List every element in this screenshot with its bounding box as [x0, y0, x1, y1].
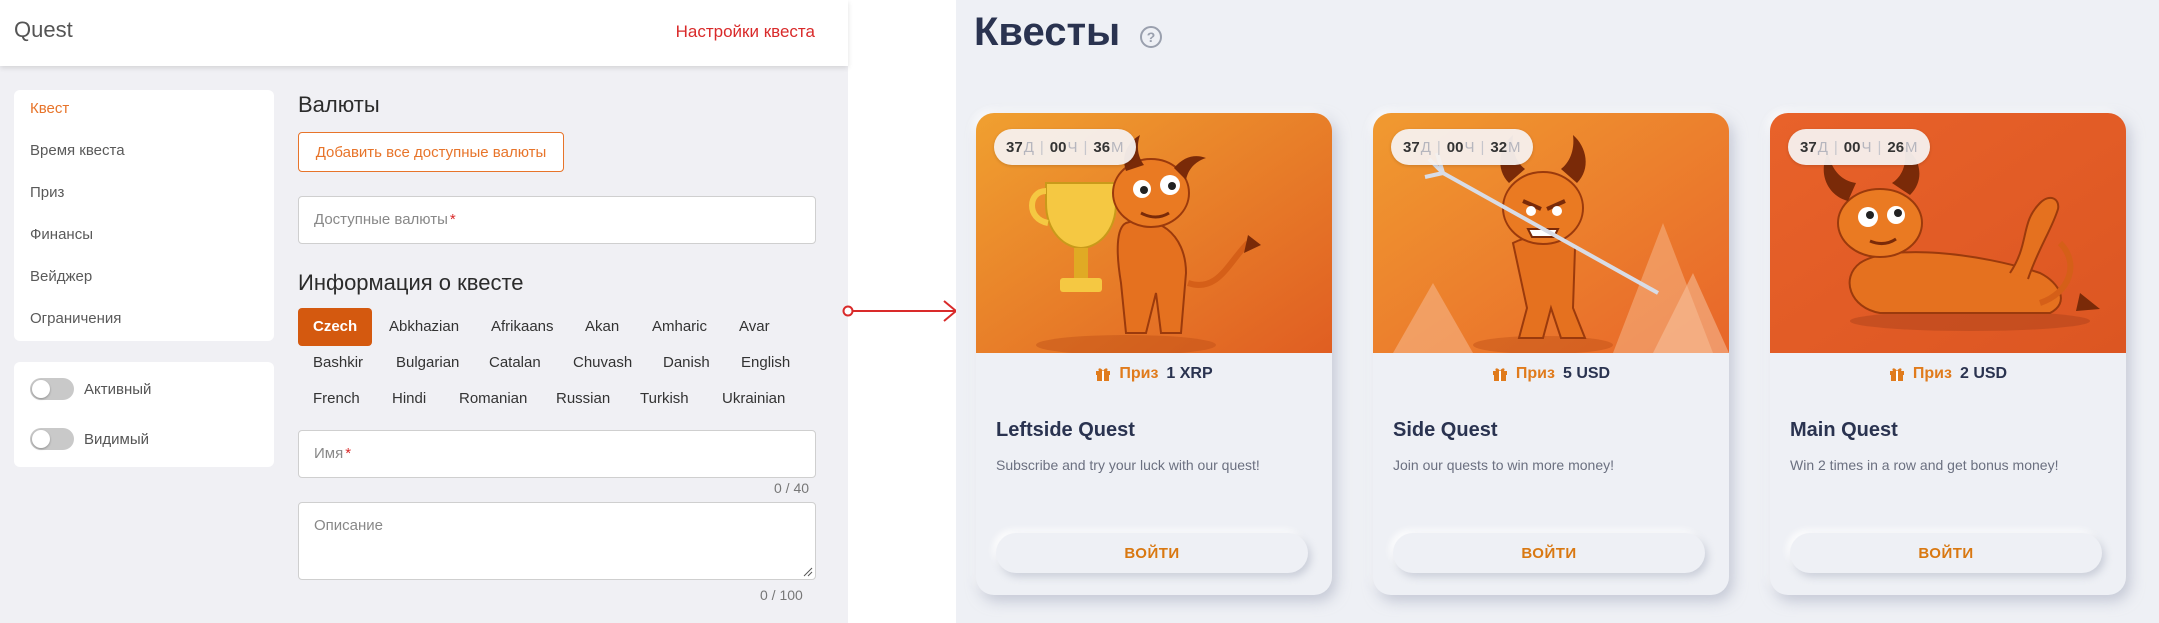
- visible-toggle[interactable]: [30, 428, 74, 450]
- visible-toggle-label: Видимый: [84, 430, 149, 448]
- name-placeholder: Имя *: [314, 445, 352, 462]
- quest-card-main: 37 Д | 00 Ч | 26 М Приз 2 USD Main Quest Wi…: [1770, 113, 2126, 595]
- prize-value: 1 XRP: [1166, 365, 1213, 382]
- language-chip[interactable]: French: [298, 384, 375, 414]
- gift-icon: [1889, 368, 1904, 381]
- countdown-timer: 37 Д | 00 Ч | 36 М: [994, 129, 1136, 165]
- quest-description: Join our quests to win more money!: [1393, 457, 1614, 473]
- top-bar: Quest Настройки квеста: [0, 0, 848, 66]
- transition-arrow-icon: [842, 300, 958, 322]
- language-chip[interactable]: Hindi: [377, 384, 441, 414]
- prize-value: 5 USD: [1562, 365, 1611, 382]
- quest-settings-link[interactable]: Настройки квеста: [676, 22, 815, 42]
- enter-quest-button[interactable]: ВОЙТИ: [1790, 533, 2102, 573]
- language-chip[interactable]: Catalan: [474, 348, 556, 378]
- quest-description: Subscribe and try your luck with our que…: [996, 457, 1260, 473]
- help-icon[interactable]: ?: [1140, 26, 1162, 48]
- visible-toggle-row: Видимый: [30, 428, 149, 450]
- gift-icon: [1492, 368, 1507, 381]
- available-currencies-field[interactable]: Доступные валюты *: [298, 196, 816, 244]
- toggle-knob: [32, 380, 50, 398]
- language-chip[interactable]: Abkhazian: [374, 312, 474, 342]
- language-chip-czech[interactable]: Czech: [298, 308, 373, 346]
- active-toggle-row: Активный: [30, 378, 151, 400]
- language-chip[interactable]: Russian: [541, 384, 625, 414]
- countdown-timer: 37 Д | 00 Ч | 26 М: [1788, 129, 1930, 165]
- enter-quest-button[interactable]: ВОЙТИ: [1393, 533, 1705, 573]
- quests-page: Квесты ? 37 Д | 00 Ч | 36 М Приз 1 XRP L…: [956, 0, 2159, 623]
- prize-row: Приз 2 USD: [1770, 365, 2126, 383]
- quest-card-leftside: 37 Д | 00 Ч | 36 М Приз 1 XRP Leftside Ques…: [976, 113, 1332, 595]
- language-chip[interactable]: Amharic: [637, 312, 722, 342]
- required-mark: *: [449, 211, 456, 228]
- language-chip[interactable]: Afrikaans: [476, 312, 569, 342]
- gift-icon: [1096, 368, 1111, 381]
- language-chip[interactable]: Avar: [724, 312, 785, 342]
- description-char-counter: 0 / 100: [760, 587, 803, 603]
- name-field[interactable]: Имя *: [298, 430, 816, 478]
- language-chip[interactable]: Romanian: [444, 384, 542, 414]
- quest-editor-panel: Quest Настройки квеста Квест Время квест…: [0, 0, 848, 623]
- language-chip[interactable]: Turkish: [625, 384, 704, 414]
- enter-quest-button[interactable]: ВОЙТИ: [996, 533, 1308, 573]
- active-toggle[interactable]: [30, 378, 74, 400]
- quest-title: Main Quest: [1790, 419, 1898, 441]
- language-chip[interactable]: English: [726, 348, 805, 378]
- nav-item-quest[interactable]: Квест: [30, 100, 69, 117]
- language-chip[interactable]: Akan: [570, 312, 634, 342]
- app-title: Quest: [14, 17, 73, 42]
- add-all-currencies-button[interactable]: Добавить все доступные валюты: [298, 132, 564, 172]
- nav-item-wager[interactable]: Вейджер: [30, 268, 92, 285]
- nav-item-quest-time[interactable]: Время квеста: [30, 142, 125, 159]
- toggle-knob: [32, 430, 50, 448]
- quest-description: Win 2 times in a row and get bonus money…: [1790, 457, 2059, 473]
- language-chip[interactable]: Ukrainian: [707, 384, 800, 414]
- countdown-timer: 37 Д | 00 Ч | 32 М: [1391, 129, 1533, 165]
- quest-title: Side Quest: [1393, 419, 1498, 441]
- nav-item-restrictions[interactable]: Ограничения: [30, 310, 121, 327]
- language-chip[interactable]: Chuvash: [558, 348, 647, 378]
- resize-handle-icon[interactable]: [803, 567, 813, 577]
- available-currencies-placeholder: Доступные валюты *: [314, 211, 456, 228]
- nav-item-finance[interactable]: Финансы: [30, 226, 93, 243]
- currencies-title: Валюты: [298, 92, 380, 117]
- language-chip[interactable]: Bulgarian: [381, 348, 474, 378]
- description-placeholder: Описание: [314, 517, 384, 534]
- quest-card-side: 37 Д | 00 Ч | 32 М Приз 5 USD Side Quest Jo…: [1373, 113, 1729, 595]
- prize-row: Приз 5 USD: [1373, 365, 1729, 383]
- prize-label: Приз: [1119, 365, 1159, 382]
- quest-info-title: Информация о квесте: [298, 270, 524, 295]
- status-toggles: Активный Видимый: [14, 362, 274, 467]
- nav-item-prize[interactable]: Приз: [30, 184, 64, 201]
- prize-label: Приз: [1515, 365, 1555, 382]
- name-char-counter: 0 / 40: [774, 480, 810, 496]
- active-toggle-label: Активный: [84, 380, 152, 398]
- prize-value: 2 USD: [1959, 365, 2008, 382]
- description-field[interactable]: Описание: [298, 502, 816, 580]
- language-chip[interactable]: Bashkir: [298, 348, 378, 378]
- section-nav: Квест Время квеста Приз Финансы Вейджер …: [14, 90, 274, 341]
- quest-title: Leftside Quest: [996, 419, 1135, 441]
- prize-row: Приз 1 XRP: [976, 365, 1332, 383]
- language-chip[interactable]: Danish: [648, 348, 725, 378]
- required-mark: *: [345, 445, 352, 462]
- prize-label: Приз: [1912, 365, 1952, 382]
- page-title: Квесты: [974, 10, 1121, 54]
